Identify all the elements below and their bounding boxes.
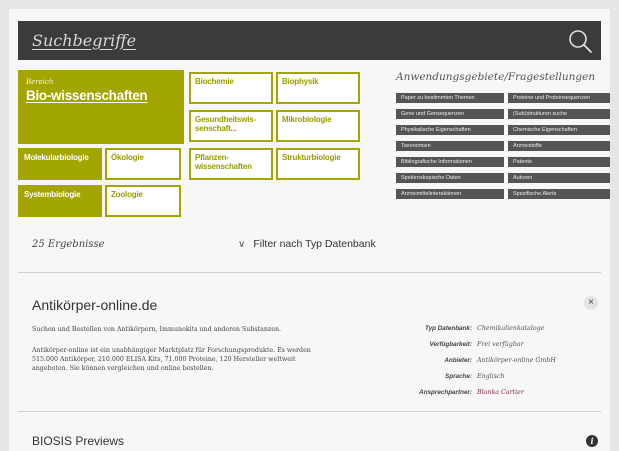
- application-tag[interactable]: Patente: [508, 157, 610, 167]
- application-tag[interactable]: Physikalische Eigenschaften: [396, 125, 504, 135]
- divider: [18, 411, 601, 412]
- search-bar: [18, 21, 601, 60]
- meta-key: Anbieter:: [444, 357, 472, 364]
- application-tag[interactable]: Spezifische Alerts: [508, 189, 610, 199]
- entry2-title: BIOSIS Previews: [32, 434, 125, 448]
- applications-heading: Anwendungsgebiete/Fragestellungen: [396, 71, 596, 83]
- area-main-title[interactable]: Bio-wissenschaften: [26, 88, 176, 104]
- meta-key: Ansprechpartner:: [419, 389, 472, 396]
- area-tile-biophysik[interactable]: Biophysik: [276, 72, 360, 104]
- divider: [18, 272, 601, 273]
- area-main-subtitle: Bereich: [26, 78, 54, 86]
- application-tag[interactable]: Proteine und Proteinsequenzen: [508, 93, 610, 103]
- chevron-down-icon: ∨: [238, 239, 246, 250]
- application-tag[interactable]: Chemische Eigenschaften: [508, 125, 610, 135]
- area-tile-mikrobiologie[interactable]: Mikrobiologie: [276, 110, 360, 142]
- application-tag[interactable]: Arzneimittelinteraktionen: [396, 189, 504, 199]
- area-tile-gesundheitswissenschaft[interactable]: Gesundheitswis-senschaft...: [189, 110, 273, 142]
- application-tag[interactable]: Taxonomien: [396, 141, 504, 151]
- area-tile-zoologie[interactable]: Zoologie: [105, 185, 181, 217]
- info-icon[interactable]: i: [586, 435, 598, 447]
- area-main-tile[interactable]: Bereich Bio-wissenschaften: [18, 70, 184, 144]
- area-tile-pflanzenwissenschaften[interactable]: Pflanzen-wissenschaften: [189, 148, 273, 180]
- filter-label: Filter nach Typ Datenbank: [253, 238, 376, 250]
- close-icon[interactable]: ×: [584, 296, 598, 310]
- meta-value: Frei verfügbar: [477, 341, 524, 348]
- application-tag[interactable]: Bibliografische Informationen: [396, 157, 504, 167]
- results-count: 25 Ergebnisse: [32, 239, 105, 250]
- page: Bereich Bio-wissenschaften Biochemie Bio…: [9, 9, 610, 451]
- meta-row: Sprache: Englisch: [388, 373, 598, 389]
- entry-meta: Typ Datenbank: Chemikalienkataloge Verfü…: [388, 325, 598, 405]
- application-tag[interactable]: Paper zu bestimmten Themen: [396, 93, 504, 103]
- meta-key: Typ Datenbank:: [425, 325, 472, 332]
- application-tag[interactable]: Spektroskopische Daten: [396, 173, 504, 183]
- meta-row: Verfügbarkeit: Frei verfügbar: [388, 341, 598, 357]
- search-icon[interactable]: [567, 28, 593, 54]
- entry-description: Antikörper-online ist ein unabhängiger M…: [32, 347, 311, 372]
- area-tile-biochemie[interactable]: Biochemie: [189, 72, 273, 104]
- filter-dropdown[interactable]: ∨ Filter nach Typ Datenbank: [238, 238, 376, 250]
- entry-title: Antikörper-online.de: [32, 297, 158, 313]
- meta-row: Ansprechpartner: Blanka Cartier: [388, 389, 598, 405]
- application-tag[interactable]: (Sub)strukturen suche: [508, 109, 610, 119]
- meta-key: Sprache:: [445, 373, 472, 380]
- entry-summary: Suchen und Bestellen von Antikörpern, Im…: [32, 326, 282, 333]
- application-tag[interactable]: Arzneistoffe: [508, 141, 610, 151]
- search-input[interactable]: [32, 29, 512, 51]
- meta-value: Antikörper-online GmbH: [477, 357, 556, 364]
- area-tile-oekologie[interactable]: Ökologie: [105, 148, 181, 180]
- area-tile-strukturbiologie[interactable]: Strukturbiologie: [276, 148, 360, 180]
- meta-value: Englisch: [477, 373, 505, 380]
- application-tag[interactable]: Gene und Gensequenzen: [396, 109, 504, 119]
- area-tile-systembiologie[interactable]: Systembiologie: [18, 185, 102, 217]
- meta-value: Chemikalienkataloge: [477, 325, 545, 332]
- contact-link[interactable]: Blanka Cartier: [477, 389, 524, 396]
- meta-row: Anbieter: Antikörper-online GmbH: [388, 357, 598, 373]
- meta-key: Verfügbarkeit:: [429, 341, 472, 348]
- application-tag[interactable]: Autoren: [508, 173, 610, 183]
- area-tile-molekularbiologie[interactable]: Molekularbiologie: [18, 148, 102, 180]
- meta-row: Typ Datenbank: Chemikalienkataloge: [388, 325, 598, 341]
